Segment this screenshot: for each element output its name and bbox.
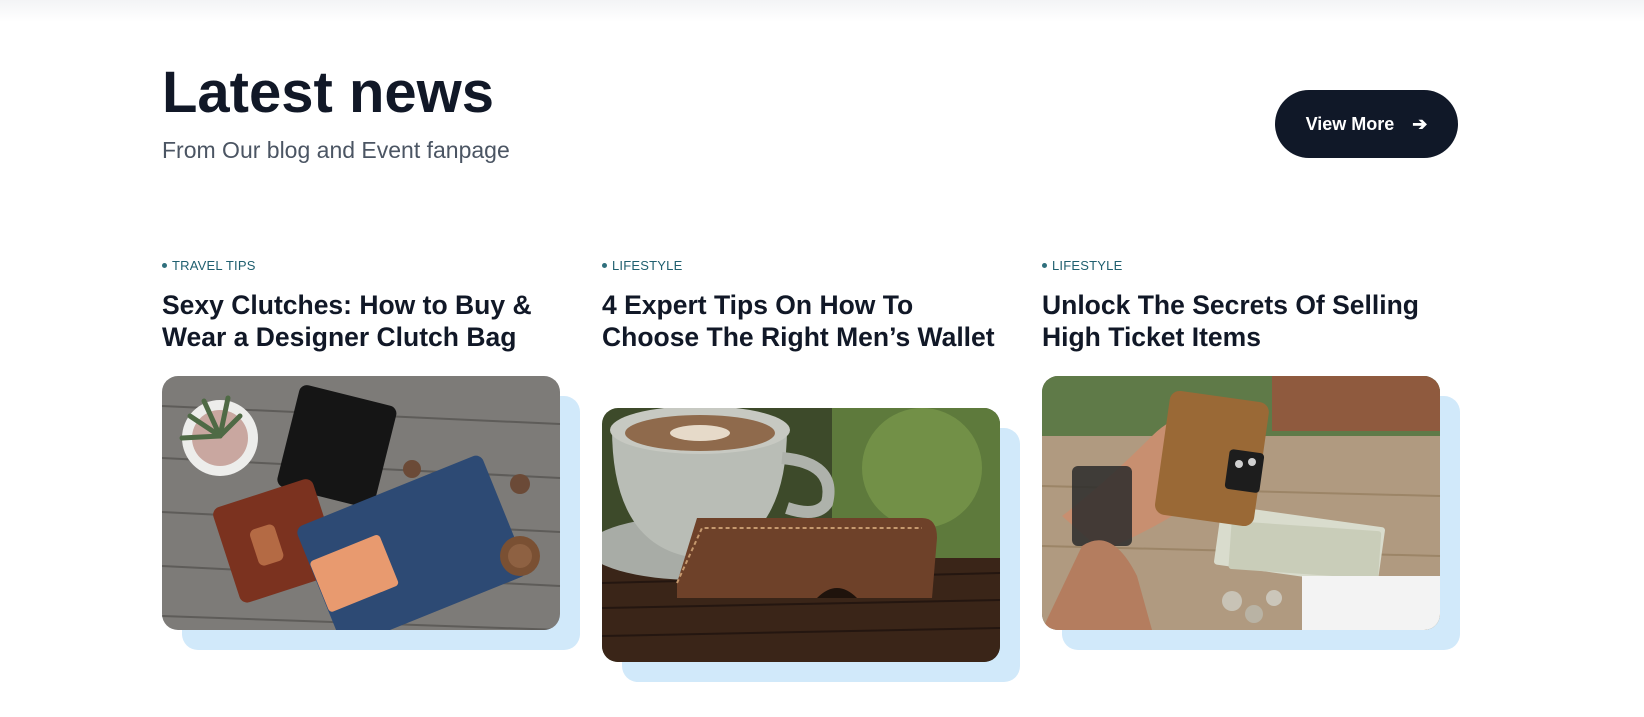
section-subtitle: From Our blog and Event fanpage [162, 137, 510, 163]
section-title: Latest news [162, 60, 494, 125]
coffee-and-leather-wallet-photo[interactable] [602, 408, 1000, 662]
post-category-label: LIFESTYLE [1052, 257, 1123, 273]
arrow-right-icon: ➔ [1412, 114, 1428, 134]
post-category[interactable]: TRAVEL TIPS [162, 257, 582, 273]
post-title[interactable]: Sexy Clutches: How to Buy & Wear a Desig… [162, 289, 572, 353]
post-category[interactable]: LIFESTYLE [1042, 257, 1462, 273]
bullet-icon [602, 262, 607, 268]
view-more-label: View More [1305, 113, 1395, 134]
news-card-3[interactable]: LIFESTYLE Unlock The Secrets Of Selling … [1042, 257, 1462, 650]
post-image-container[interactable] [1042, 376, 1460, 650]
hand-holding-wallet-photo[interactable] [1042, 376, 1440, 630]
post-title[interactable]: 4 Expert Tips On How To Choose The Right… [602, 289, 1012, 353]
wallets-on-wood-photo[interactable] [162, 376, 560, 630]
post-image-container[interactable] [602, 408, 1020, 682]
bullet-icon [1042, 262, 1047, 268]
view-more-button[interactable]: View More ➔ [1275, 90, 1458, 158]
post-category-label: LIFESTYLE [612, 257, 683, 273]
post-category-label: TRAVEL TIPS [172, 257, 256, 273]
post-category[interactable]: LIFESTYLE [602, 257, 1022, 273]
bullet-icon [162, 262, 167, 268]
news-card-2[interactable]: LIFESTYLE 4 Expert Tips On How To Choose… [602, 257, 1022, 682]
top-shade [0, 0, 1644, 22]
news-card-1[interactable]: TRAVEL TIPS Sexy Clutches: How to Buy & … [162, 257, 582, 650]
post-image-container[interactable] [162, 376, 580, 650]
post-title[interactable]: Unlock The Secrets Of Selling High Ticke… [1042, 289, 1452, 353]
